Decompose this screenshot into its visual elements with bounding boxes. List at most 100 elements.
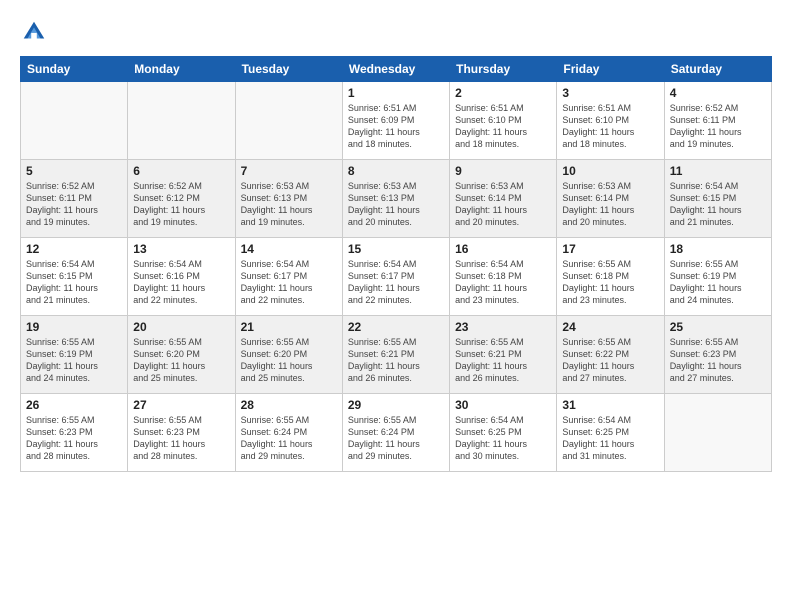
calendar-cell: 1 Sunrise: 6:51 AM Sunset: 6:09 PM Daylig… <box>342 82 449 160</box>
calendar-cell: 5 Sunrise: 6:52 AM Sunset: 6:11 PM Daylig… <box>21 160 128 238</box>
day-number: 28 <box>241 398 337 412</box>
day-number: 24 <box>562 320 658 334</box>
calendar-cell: 6 Sunrise: 6:52 AM Sunset: 6:12 PM Daylig… <box>128 160 235 238</box>
day-number: 12 <box>26 242 122 256</box>
day-info: Sunrise: 6:55 AM Sunset: 6:23 PM Dayligh… <box>26 414 122 463</box>
weekday-header-wednesday: Wednesday <box>342 57 449 82</box>
day-info: Sunrise: 6:55 AM Sunset: 6:24 PM Dayligh… <box>348 414 444 463</box>
calendar-cell: 13 Sunrise: 6:54 AM Sunset: 6:16 PM Dayli… <box>128 238 235 316</box>
week-row-3: 12 Sunrise: 6:54 AM Sunset: 6:15 PM Dayli… <box>21 238 772 316</box>
day-info: Sunrise: 6:54 AM Sunset: 6:17 PM Dayligh… <box>241 258 337 307</box>
day-info: Sunrise: 6:53 AM Sunset: 6:13 PM Dayligh… <box>348 180 444 229</box>
day-number: 18 <box>670 242 766 256</box>
weekday-header-sunday: Sunday <box>21 57 128 82</box>
weekday-header-row: SundayMondayTuesdayWednesdayThursdayFrid… <box>21 57 772 82</box>
week-row-4: 19 Sunrise: 6:55 AM Sunset: 6:19 PM Dayli… <box>21 316 772 394</box>
day-number: 16 <box>455 242 551 256</box>
day-info: Sunrise: 6:54 AM Sunset: 6:18 PM Dayligh… <box>455 258 551 307</box>
day-number: 25 <box>670 320 766 334</box>
day-number: 4 <box>670 86 766 100</box>
day-number: 6 <box>133 164 229 178</box>
day-info: Sunrise: 6:55 AM Sunset: 6:22 PM Dayligh… <box>562 336 658 385</box>
calendar-cell: 15 Sunrise: 6:54 AM Sunset: 6:17 PM Dayli… <box>342 238 449 316</box>
calendar-cell: 20 Sunrise: 6:55 AM Sunset: 6:20 PM Dayli… <box>128 316 235 394</box>
day-number: 27 <box>133 398 229 412</box>
calendar-cell: 21 Sunrise: 6:55 AM Sunset: 6:20 PM Dayli… <box>235 316 342 394</box>
day-number: 21 <box>241 320 337 334</box>
week-row-2: 5 Sunrise: 6:52 AM Sunset: 6:11 PM Daylig… <box>21 160 772 238</box>
header <box>20 18 772 46</box>
day-number: 1 <box>348 86 444 100</box>
day-number: 19 <box>26 320 122 334</box>
calendar-cell: 29Sunrise: 6:55 AM Sunset: 6:24 PM Dayli… <box>342 394 449 472</box>
calendar-cell: 10 Sunrise: 6:53 AM Sunset: 6:14 PM Dayli… <box>557 160 664 238</box>
day-info: Sunrise: 6:55 AM Sunset: 6:19 PM Dayligh… <box>670 258 766 307</box>
day-info: Sunrise: 6:52 AM Sunset: 6:12 PM Dayligh… <box>133 180 229 229</box>
day-info: Sunrise: 6:55 AM Sunset: 6:23 PM Dayligh… <box>133 414 229 463</box>
day-info: Sunrise: 6:53 AM Sunset: 6:14 PM Dayligh… <box>562 180 658 229</box>
day-info: Sunrise: 6:54 AM Sunset: 6:25 PM Dayligh… <box>562 414 658 463</box>
day-info: Sunrise: 6:55 AM Sunset: 6:21 PM Dayligh… <box>455 336 551 385</box>
day-info: Sunrise: 6:55 AM Sunset: 6:24 PM Dayligh… <box>241 414 337 463</box>
weekday-header-monday: Monday <box>128 57 235 82</box>
calendar-cell: 2Sunrise: 6:51 AM Sunset: 6:10 PM Daylig… <box>450 82 557 160</box>
calendar-cell: 14 Sunrise: 6:54 AM Sunset: 6:17 PM Dayli… <box>235 238 342 316</box>
calendar-cell: 25 Sunrise: 6:55 AM Sunset: 6:23 PM Dayli… <box>664 316 771 394</box>
calendar-cell: 16 Sunrise: 6:54 AM Sunset: 6:18 PM Dayli… <box>450 238 557 316</box>
week-row-1: 1 Sunrise: 6:51 AM Sunset: 6:09 PM Daylig… <box>21 82 772 160</box>
day-info: Sunrise: 6:55 AM Sunset: 6:20 PM Dayligh… <box>241 336 337 385</box>
day-info: Sunrise: 6:52 AM Sunset: 6:11 PM Dayligh… <box>670 102 766 151</box>
day-number: 14 <box>241 242 337 256</box>
day-number: 7 <box>241 164 337 178</box>
day-number: 20 <box>133 320 229 334</box>
day-info: Sunrise: 6:54 AM Sunset: 6:15 PM Dayligh… <box>670 180 766 229</box>
day-number: 10 <box>562 164 658 178</box>
day-number: 15 <box>348 242 444 256</box>
day-info: Sunrise: 6:51 AM Sunset: 6:09 PM Dayligh… <box>348 102 444 151</box>
day-info: Sunrise: 6:53 AM Sunset: 6:14 PM Dayligh… <box>455 180 551 229</box>
calendar-cell <box>235 82 342 160</box>
calendar-cell: 11 Sunrise: 6:54 AM Sunset: 6:15 PM Dayli… <box>664 160 771 238</box>
day-number: 5 <box>26 164 122 178</box>
calendar-cell: 4 Sunrise: 6:52 AM Sunset: 6:11 PM Daylig… <box>664 82 771 160</box>
calendar-cell <box>664 394 771 472</box>
day-info: Sunrise: 6:53 AM Sunset: 6:13 PM Dayligh… <box>241 180 337 229</box>
calendar-cell: 19 Sunrise: 6:55 AM Sunset: 6:19 PM Dayli… <box>21 316 128 394</box>
day-number: 17 <box>562 242 658 256</box>
day-number: 3 <box>562 86 658 100</box>
day-number: 8 <box>348 164 444 178</box>
day-number: 31 <box>562 398 658 412</box>
calendar-cell: 7 Sunrise: 6:53 AM Sunset: 6:13 PM Daylig… <box>235 160 342 238</box>
calendar-cell: 24 Sunrise: 6:55 AM Sunset: 6:22 PM Dayli… <box>557 316 664 394</box>
day-number: 26 <box>26 398 122 412</box>
calendar-cell <box>21 82 128 160</box>
day-number: 11 <box>670 164 766 178</box>
day-info: Sunrise: 6:55 AM Sunset: 6:21 PM Dayligh… <box>348 336 444 385</box>
day-info: Sunrise: 6:54 AM Sunset: 6:25 PM Dayligh… <box>455 414 551 463</box>
day-info: Sunrise: 6:51 AM Sunset: 6:10 PM Dayligh… <box>562 102 658 151</box>
calendar-cell: 26 Sunrise: 6:55 AM Sunset: 6:23 PM Dayli… <box>21 394 128 472</box>
page: SundayMondayTuesdayWednesdayThursdayFrid… <box>0 0 792 612</box>
day-number: 30 <box>455 398 551 412</box>
calendar-cell: 22 Sunrise: 6:55 AM Sunset: 6:21 PM Dayli… <box>342 316 449 394</box>
weekday-header-friday: Friday <box>557 57 664 82</box>
day-info: Sunrise: 6:51 AM Sunset: 6:10 PM Dayligh… <box>455 102 551 151</box>
day-info: Sunrise: 6:55 AM Sunset: 6:23 PM Dayligh… <box>670 336 766 385</box>
calendar-cell: 12 Sunrise: 6:54 AM Sunset: 6:15 PM Dayli… <box>21 238 128 316</box>
calendar-cell: 17Sunrise: 6:55 AM Sunset: 6:18 PM Dayli… <box>557 238 664 316</box>
day-number: 22 <box>348 320 444 334</box>
calendar-cell: 28 Sunrise: 6:55 AM Sunset: 6:24 PM Dayli… <box>235 394 342 472</box>
day-info: Sunrise: 6:54 AM Sunset: 6:15 PM Dayligh… <box>26 258 122 307</box>
day-info: Sunrise: 6:54 AM Sunset: 6:16 PM Dayligh… <box>133 258 229 307</box>
day-info: Sunrise: 6:52 AM Sunset: 6:11 PM Dayligh… <box>26 180 122 229</box>
weekday-header-tuesday: Tuesday <box>235 57 342 82</box>
logo <box>20 18 52 46</box>
calendar-cell: 31 Sunrise: 6:54 AM Sunset: 6:25 PM Dayli… <box>557 394 664 472</box>
day-info: Sunrise: 6:55 AM Sunset: 6:19 PM Dayligh… <box>26 336 122 385</box>
day-number: 13 <box>133 242 229 256</box>
day-info: Sunrise: 6:54 AM Sunset: 6:17 PM Dayligh… <box>348 258 444 307</box>
weekday-header-thursday: Thursday <box>450 57 557 82</box>
day-info: Sunrise: 6:55 AM Sunset: 6:20 PM Dayligh… <box>133 336 229 385</box>
calendar-cell: 23Sunrise: 6:55 AM Sunset: 6:21 PM Dayli… <box>450 316 557 394</box>
calendar-cell: 9Sunrise: 6:53 AM Sunset: 6:14 PM Daylig… <box>450 160 557 238</box>
